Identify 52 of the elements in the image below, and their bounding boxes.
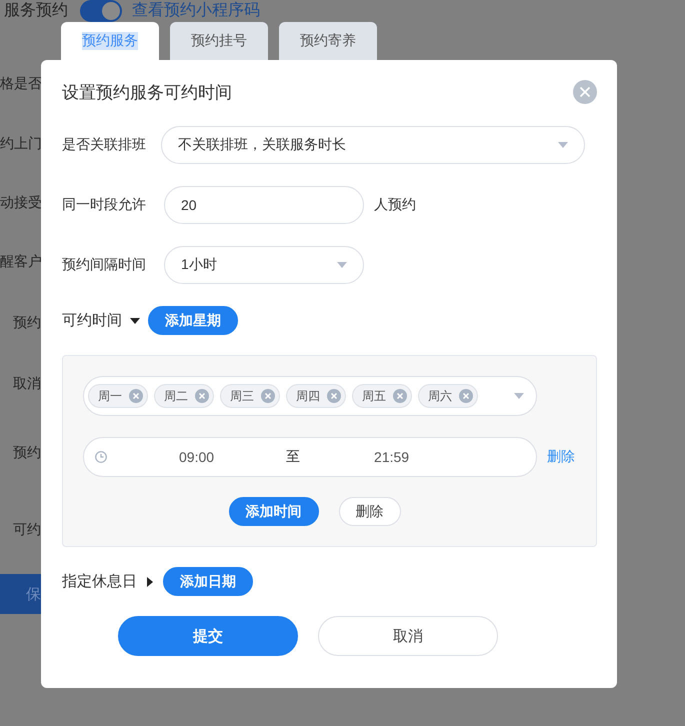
tag-label: 周一	[98, 388, 122, 404]
remove-tag-icon[interactable]	[393, 389, 407, 403]
tag-label: 周四	[296, 388, 320, 404]
close-icon[interactable]	[573, 80, 597, 104]
section-title: 可约时间	[62, 311, 122, 330]
form-label: 是否关联排班	[62, 136, 147, 154]
dropdown-caret-icon	[337, 262, 347, 268]
form-label: 格是否	[0, 75, 42, 93]
dropdown-caret-icon	[514, 393, 524, 399]
form-label: 预约间隔时间	[62, 256, 147, 274]
tag-label: 周三	[230, 388, 254, 404]
page-title: 服务预约	[4, 2, 68, 20]
cancel-button[interactable]: 取消	[318, 616, 498, 656]
tag-label: 周六	[428, 388, 452, 404]
remove-tag-icon[interactable]	[459, 389, 473, 403]
form-label: 醒客户	[0, 253, 42, 271]
unit-label: 人预约	[374, 196, 416, 214]
dialog-title: 设置预约服务可约时间	[62, 82, 232, 104]
remove-tag-icon[interactable]	[261, 389, 275, 403]
form-label: 取消	[13, 375, 41, 393]
form-label: 预约	[13, 444, 41, 462]
dropdown-caret-icon	[558, 142, 568, 148]
time-range-field[interactable]: 09:00 至 21:59	[83, 437, 537, 477]
expanded-triangle-icon[interactable]	[130, 316, 140, 326]
form-label: 约上门	[0, 134, 42, 152]
tag-label: 周二	[164, 388, 188, 404]
remove-tag-icon[interactable]	[327, 389, 341, 403]
submit-button[interactable]: 提交	[118, 616, 298, 656]
schedule-select[interactable]: 不关联排班，关联服务时长	[161, 126, 585, 164]
delete-button[interactable]: 删除	[338, 497, 400, 526]
tab[interactable]: 预约挂号	[170, 22, 268, 60]
capacity-field[interactable]: 20	[164, 186, 364, 224]
end-time: 21:59	[374, 449, 410, 465]
form-label: 可约	[13, 521, 41, 539]
start-time: 09:00	[179, 449, 214, 465]
add-weekday-button[interactable]: 添加星期	[148, 306, 238, 335]
interval-select[interactable]: 1小时	[164, 246, 364, 284]
tag-label: 周五	[362, 388, 386, 404]
delete-link[interactable]: 删除	[547, 448, 575, 466]
tab[interactable]: 预约寄养	[279, 22, 377, 60]
add-time-button[interactable]: 添加时间	[228, 497, 318, 526]
collapsed-triangle-icon[interactable]	[145, 576, 155, 586]
remove-tag-icon[interactable]	[129, 389, 143, 403]
range-separator: 至	[286, 448, 300, 466]
clock-icon	[95, 451, 107, 463]
form-label: 预约	[13, 314, 41, 332]
remove-tag-icon[interactable]	[195, 389, 209, 403]
add-date-button[interactable]: 添加日期	[163, 567, 253, 596]
form-label: 动接受	[0, 194, 42, 212]
toggle-switch[interactable]	[80, 0, 122, 22]
form-label: 同一时段允许	[62, 196, 147, 214]
weekday-select[interactable]: 周一 周二 周三 周四 周五 周六	[83, 376, 537, 416]
